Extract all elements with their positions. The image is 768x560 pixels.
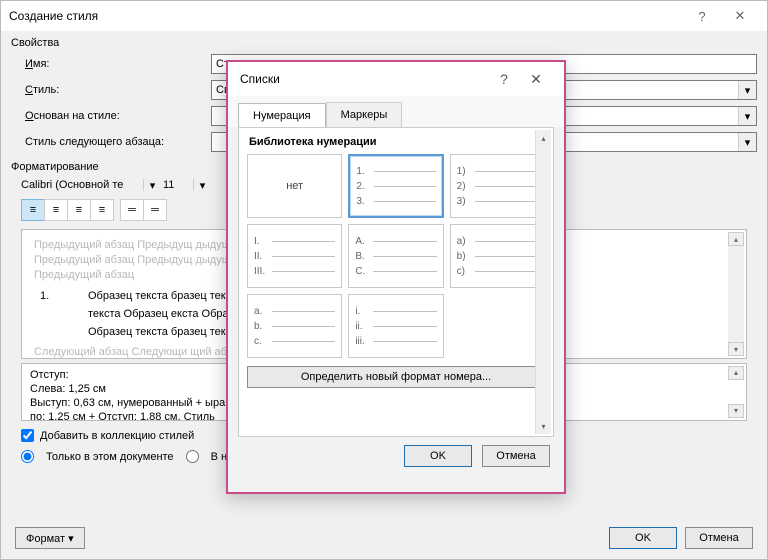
chevron-down-icon: ▾ [193,179,211,191]
spacing-1-button[interactable]: ═ [120,199,144,221]
titlebar: Создание стиля ? ✕ [1,1,767,31]
cancel-button[interactable]: Отмена [685,527,753,549]
chevron-down-icon: ▾ [143,179,161,191]
align-center-button[interactable]: ≡ [44,199,68,221]
align-right-button[interactable]: ≡ [67,199,91,221]
size-combo[interactable]: 11▾ [163,179,211,191]
font-combo[interactable]: Calibri (Основной те▾ [21,179,161,191]
chevron-down-icon: ▾ [738,81,756,99]
cell-1paren[interactable]: 1) 2) 3) [450,154,545,218]
cell-upper-alpha[interactable]: A. B. C. [348,224,443,288]
chevron-down-icon: ▾ [738,107,756,125]
label-style: Стиль: [11,84,211,96]
close-button[interactable]: ✕ [721,3,759,29]
add-collection-checkbox[interactable] [21,429,34,442]
preview-scrollbar[interactable]: ▴▾ [728,232,744,356]
lists-ok-button[interactable]: OK [404,445,472,467]
define-new-format-button[interactable]: Определить новый формат номера... [247,366,545,388]
lists-dialog: Списки ? ✕ Нумерация Маркеры Библиотека … [226,60,566,494]
tab-numbering[interactable]: Нумерация [238,103,326,128]
cell-lower-alpha-dot[interactable]: a. b. c. [247,294,342,358]
label-next: Стиль следующего абзаца: [11,136,211,148]
only-doc-label: Только в этом документе [46,451,174,463]
lists-close-button[interactable]: ✕ [520,65,552,93]
align-justify-button[interactable]: ≡ [90,199,114,221]
ok-button[interactable]: OK [609,527,677,549]
section-properties: Свойства [1,31,767,51]
lists-cancel-button[interactable]: Отмена [482,445,550,467]
cell-none[interactable]: нет [247,154,342,218]
add-collection-label: Добавить в коллекцию стилей [40,430,194,442]
cell-1dot[interactable]: 1. 2. 3. [348,154,443,218]
lists-help-button[interactable]: ? [488,65,520,93]
cell-lower-alpha-paren[interactable]: a) b) c) [450,224,545,288]
info-scrollbar[interactable]: ▴▾ [728,366,744,418]
lists-body: Библиотека нумерации нет 1. 2. 3. 1) 2) … [238,127,554,437]
spacing-2-button[interactable]: ═ [143,199,167,221]
lists-titlebar: Списки ? ✕ [228,62,564,96]
cell-roman[interactable]: I. II. III. [247,224,342,288]
dialog-title: Создание стиля [9,9,683,23]
new-docs-radio[interactable] [186,450,199,463]
lists-title: Списки [240,72,488,86]
number-grid: нет 1. 2. 3. 1) 2) 3) I. II. III. A. B. … [247,154,545,358]
format-menu-button[interactable]: Формат ▾ [15,527,85,549]
tab-bullets[interactable]: Маркеры [326,102,403,127]
lists-tabs: Нумерация Маркеры [228,96,564,127]
label-based: Основан на стиле: [11,110,211,122]
help-button[interactable]: ? [683,3,721,29]
chevron-down-icon: ▾ [738,133,756,151]
lists-bottom: OK Отмена [228,445,564,467]
lists-scrollbar[interactable]: ▴▾ [535,130,551,434]
label-name: Имя: [11,58,211,70]
cell-lower-roman[interactable]: i. ii. iii. [348,294,443,358]
library-header: Библиотека нумерации [249,136,545,148]
align-left-button[interactable]: ≡ [21,199,45,221]
bottom-bar: Формат ▾ OK Отмена [1,517,767,559]
only-doc-radio[interactable] [21,450,34,463]
